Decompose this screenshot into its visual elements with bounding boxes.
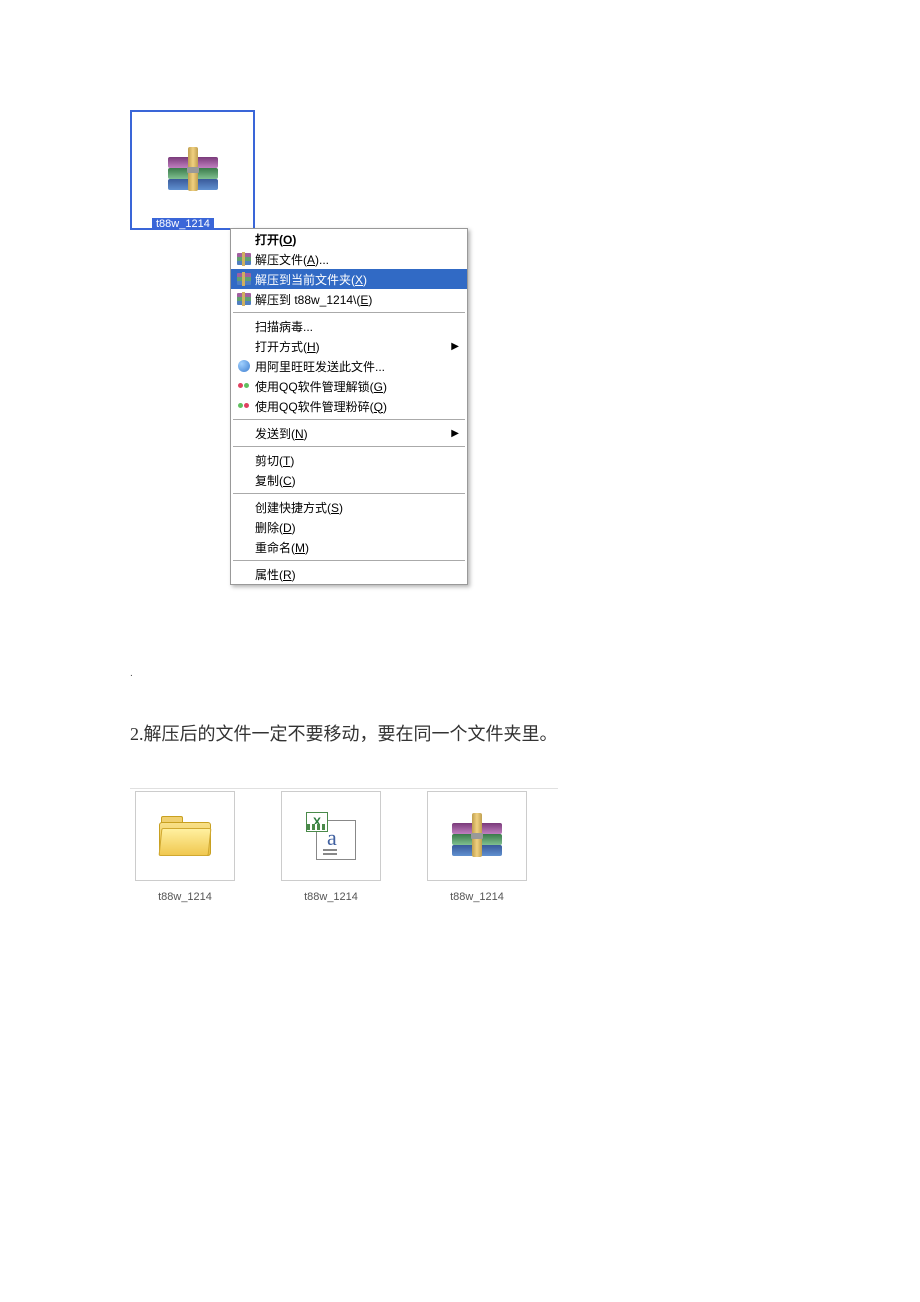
menu-send-to[interactable]: 发送到(N) ▶ <box>231 423 467 443</box>
context-menu: 打开(O) 解压文件(A)... 解压到当前文件夹(X) 解压到 t88w_12… <box>230 228 468 585</box>
menu-label: 解压文件(A)... <box>253 251 467 268</box>
menu-label: 使用QQ软件管理粉碎(Q) <box>253 398 467 415</box>
menu-create-shortcut[interactable]: 创建快捷方式(S) <box>231 497 467 517</box>
menu-label: 打开方式(H) <box>253 338 467 355</box>
file-label: t88w_1214 <box>276 891 386 903</box>
rar-archive-icon <box>452 815 502 857</box>
folder-icon <box>159 816 211 856</box>
menu-open-with[interactable]: 打开方式(H) ▶ <box>231 336 467 356</box>
menu-label: 扫描病毒... <box>253 318 467 335</box>
file-label: t88w_1214 <box>130 891 240 903</box>
submenu-arrow-icon: ▶ <box>451 341 459 352</box>
menu-qq-unlock[interactable]: 使用QQ软件管理解锁(G) <box>231 376 467 396</box>
menu-rename[interactable]: 重命名(M) <box>231 537 467 557</box>
file-label: t88w_1214 <box>422 891 532 903</box>
menu-extract-here[interactable]: 解压到当前文件夹(X) <box>231 269 467 289</box>
menu-label: 重命名(M) <box>253 539 467 556</box>
menu-label: 删除(D) <box>253 519 467 536</box>
menu-label: 剪切(T) <box>253 452 467 469</box>
extracted-files-row: t88w_1214 t88w_1214 t88w_1214 <box>130 788 558 903</box>
excel-xml-icon <box>306 812 356 860</box>
ellipsis-mark: . <box>130 668 133 679</box>
menu-delete[interactable]: 删除(D) <box>231 517 467 537</box>
menu-label: 使用QQ软件管理解锁(G) <box>253 378 467 395</box>
menu-aliwangwang-send[interactable]: 用阿里旺旺发送此文件... <box>231 356 467 376</box>
rar-mini-icon <box>235 251 253 267</box>
menu-copy[interactable]: 复制(C) <box>231 470 467 490</box>
menu-label: 打开(O) <box>253 231 467 248</box>
selected-file-label: t88w_1214 <box>152 218 214 230</box>
rar-mini-icon <box>235 271 253 287</box>
menu-separator <box>233 312 465 313</box>
menu-open[interactable]: 打开(O) <box>231 229 467 249</box>
menu-qq-shred[interactable]: 使用QQ软件管理粉碎(Q) <box>231 396 467 416</box>
menu-label: 解压到 t88w_1214\(E) <box>253 291 467 308</box>
submenu-arrow-icon: ▶ <box>451 428 459 439</box>
menu-separator <box>233 446 465 447</box>
rar-mini-icon <box>235 291 253 307</box>
file-archive[interactable]: t88w_1214 <box>422 791 532 903</box>
menu-cut[interactable]: 剪切(T) <box>231 450 467 470</box>
menu-extract-to-folder[interactable]: 解压到 t88w_1214\(E) <box>231 289 467 309</box>
menu-separator <box>233 560 465 561</box>
menu-label: 解压到当前文件夹(X) <box>253 271 467 288</box>
menu-separator <box>233 419 465 420</box>
menu-label: 属性(R) <box>253 566 467 583</box>
selected-file[interactable]: t88w_1214 <box>130 110 255 230</box>
menu-properties[interactable]: 属性(R) <box>231 564 467 584</box>
globe-icon <box>235 358 253 374</box>
rar-archive-icon <box>168 149 218 191</box>
menu-extract-files[interactable]: 解压文件(A)... <box>231 249 467 269</box>
qq-manager-icon <box>235 398 253 414</box>
qq-manager-icon <box>235 378 253 394</box>
file-excel[interactable]: t88w_1214 <box>276 791 386 903</box>
file-folder[interactable]: t88w_1214 <box>130 791 240 903</box>
menu-separator <box>233 493 465 494</box>
menu-scan-virus[interactable]: 扫描病毒... <box>231 316 467 336</box>
menu-label: 复制(C) <box>253 472 467 489</box>
menu-label: 用阿里旺旺发送此文件... <box>253 358 467 375</box>
menu-label: 发送到(N) <box>253 425 467 442</box>
step-caption: 2.解压后的文件一定不要移动，要在同一个文件夹里。 <box>130 720 558 746</box>
menu-label: 创建快捷方式(S) <box>253 499 467 516</box>
